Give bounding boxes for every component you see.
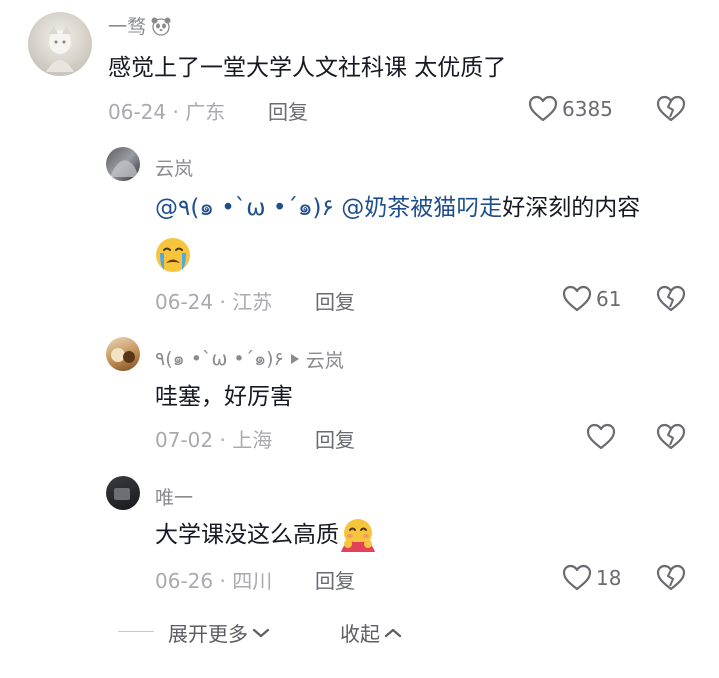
mention-link[interactable]: @٩(๑ •`ω •´๑)۶: [155, 195, 334, 221]
username[interactable]: 一骛: [108, 12, 172, 39]
avatar-image-icon: [111, 348, 135, 363]
reply-to-name: 云岚: [305, 349, 344, 372]
comment-text: 感觉上了一堂大学人文社科课 太优质了: [108, 55, 507, 81]
avatar-image-icon: [110, 160, 138, 177]
comment-meta: 06-24 · 江苏: [155, 286, 272, 315]
comment-date: 06-26: [155, 569, 214, 593]
like-button[interactable]: 18: [562, 564, 621, 592]
comment-location: 上海: [232, 428, 273, 452]
avatar[interactable]: [106, 337, 140, 371]
avatar-image-icon: [46, 26, 74, 72]
dislike-button[interactable]: [656, 285, 686, 317]
dislike-button[interactable]: [656, 423, 686, 455]
like-count: 18: [596, 566, 622, 590]
dislike-button[interactable]: [656, 564, 686, 596]
comment-location: 四川: [232, 569, 273, 593]
username-text: ٩(๑ •`ω •´๑)۶: [155, 348, 284, 370]
meta-separator: ·: [219, 290, 226, 314]
username-text: 一骛: [108, 16, 147, 38]
heart-icon: [562, 564, 592, 591]
expand-more-button[interactable]: 展开更多: [168, 618, 270, 647]
comment-text: 哇塞，好厉害: [155, 384, 293, 410]
crying-emoji: [154, 236, 192, 278]
avatar[interactable]: [106, 476, 140, 510]
avatar-image-icon: [114, 488, 130, 500]
comment-location: 江苏: [232, 290, 273, 314]
like-button[interactable]: 61: [562, 285, 621, 313]
crying-face-emoji-icon: [156, 238, 190, 272]
avatar[interactable]: [106, 147, 140, 181]
comment-location: 广东: [185, 100, 226, 124]
like-count: 61: [596, 287, 622, 311]
collapse-label: 收起: [340, 622, 380, 646]
chevron-up-icon: [384, 628, 402, 637]
hugging-face-emoji-icon: [341, 519, 375, 552]
heart-icon: [586, 423, 616, 450]
chevron-down-icon: [252, 628, 270, 637]
heart-icon: [562, 285, 592, 312]
broken-heart-icon: [656, 285, 686, 312]
panda-emoji-icon: [151, 17, 171, 36]
reply-button[interactable]: 回复: [315, 565, 355, 594]
like-button[interactable]: 6385: [528, 95, 613, 123]
avatar[interactable]: [28, 12, 92, 76]
mention-link[interactable]: @奶茶被猫叼走: [341, 195, 502, 221]
like-button[interactable]: [586, 423, 620, 451]
comment-meta: 06-26 · 四川: [155, 565, 272, 594]
replies-footer: 展开更多 收起: [0, 612, 719, 652]
like-count: 6385: [562, 97, 613, 121]
divider-line: [118, 631, 154, 632]
meta-separator: ·: [172, 100, 179, 124]
reply-arrow-icon: [290, 354, 299, 364]
comment-meta: 06-24 · 广东: [108, 96, 225, 125]
comment-meta: 07-02 · 上海: [155, 424, 272, 453]
dislike-button[interactable]: [656, 95, 686, 127]
collapse-button[interactable]: 收起: [340, 618, 402, 647]
comment-date: 06-24: [108, 100, 167, 124]
comment-text: @٩(๑ •`ω •´๑)۶ @奶茶被猫叼走好深刻的内容: [155, 186, 640, 230]
reply-button[interactable]: 回复: [315, 424, 355, 453]
expand-more-label: 展开更多: [168, 622, 248, 646]
reply-button[interactable]: 回复: [315, 286, 355, 315]
username[interactable]: 云岚: [155, 154, 193, 181]
username[interactable]: ٩(๑ •`ω •´๑)۶ 云岚: [155, 344, 344, 374]
reply-button[interactable]: 回复: [268, 96, 308, 125]
comment-date: 07-02: [155, 428, 214, 452]
comment-text: 大学课没这么高质: [155, 513, 377, 557]
broken-heart-icon: [656, 423, 686, 450]
broken-heart-icon: [656, 95, 686, 122]
heart-icon: [528, 95, 558, 122]
comment-body: 好深刻的内容: [502, 195, 641, 221]
username[interactable]: 唯一: [155, 483, 193, 510]
comment-body: 大学课没这么高质: [155, 522, 339, 548]
meta-separator: ·: [219, 569, 226, 593]
broken-heart-icon: [656, 564, 686, 591]
meta-separator: ·: [219, 428, 226, 452]
comment-date: 06-24: [155, 290, 214, 314]
